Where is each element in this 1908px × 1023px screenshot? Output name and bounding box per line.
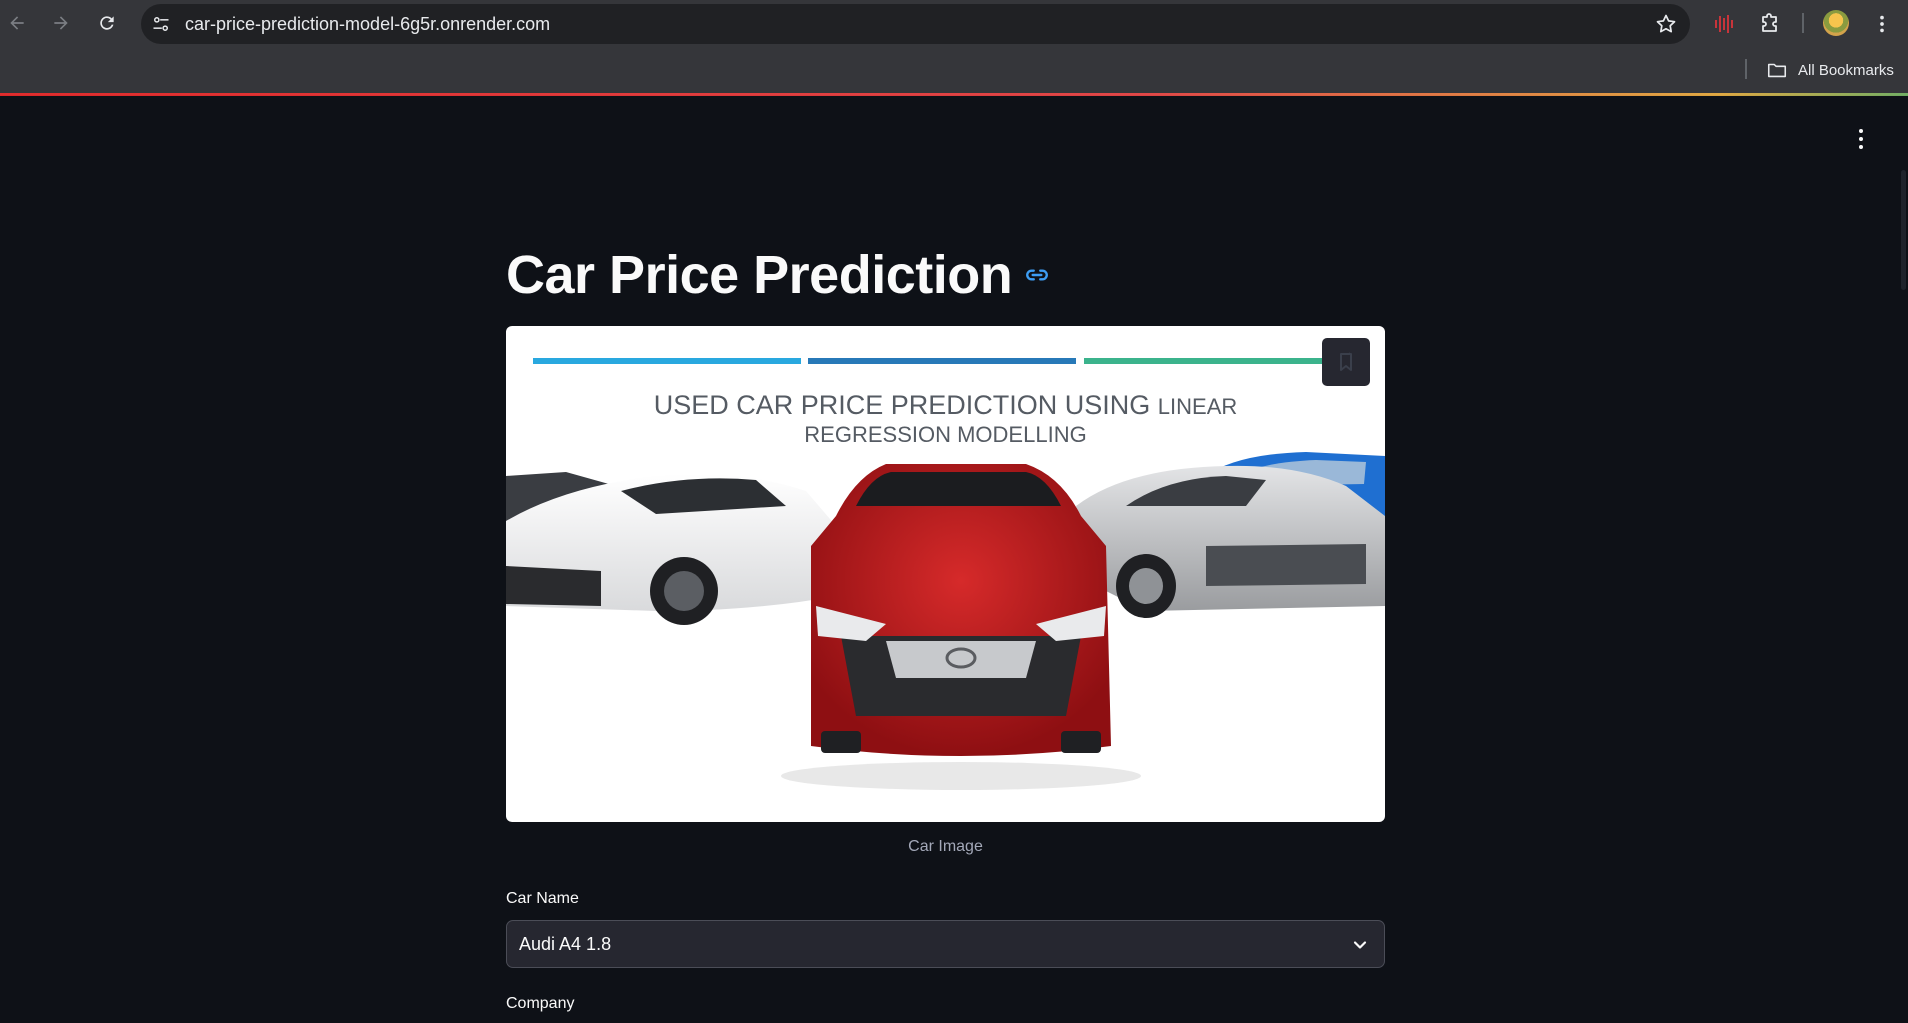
site-info-icon[interactable] bbox=[149, 13, 173, 35]
car-name-label: Car Name bbox=[506, 890, 579, 907]
car-name-selected-value: Audi A4 1.8 bbox=[519, 934, 612, 954]
car-name-select[interactable]: Audi A4 1.8 bbox=[506, 920, 1385, 968]
browser-menu-icon[interactable] bbox=[1868, 10, 1896, 38]
bookmark-star-icon[interactable] bbox=[1654, 12, 1678, 36]
url-text[interactable]: car-price-prediction-model-6g5r.onrender… bbox=[185, 14, 550, 35]
scrollbar[interactable] bbox=[1901, 170, 1906, 290]
reload-button[interactable] bbox=[92, 8, 122, 38]
extensions-puzzle-icon[interactable] bbox=[1756, 10, 1784, 38]
toolbar-divider bbox=[1802, 13, 1804, 33]
banner-bar-2 bbox=[808, 358, 1076, 364]
back-button[interactable] bbox=[2, 8, 32, 38]
arrow-left-icon bbox=[10, 16, 24, 30]
banner-title-line-1: USED CAR PRICE PREDICTION USING LINEAR bbox=[506, 390, 1385, 421]
page-title-row: Car Price Prediction bbox=[506, 244, 1050, 306]
page-title: Car Price Prediction bbox=[506, 245, 1013, 305]
banner-title-main: USED CAR PRICE PREDICTION USING bbox=[653, 390, 1151, 420]
bookmark-icon bbox=[1340, 352, 1352, 371]
link-anchor-icon[interactable] bbox=[1024, 262, 1050, 288]
address-bar[interactable]: car-price-prediction-model-6g5r.onrender… bbox=[141, 4, 1690, 44]
main-menu-icon[interactable] bbox=[1848, 126, 1874, 152]
car-image: USED CAR PRICE PREDICTION USING LINEAR R… bbox=[506, 326, 1385, 822]
audio-extension-icon[interactable] bbox=[1710, 10, 1738, 38]
app-view: Car Price Prediction USED CAR PRICE PRED… bbox=[0, 96, 1908, 1023]
bookmarks-bar: All Bookmarks bbox=[0, 46, 1908, 92]
cars-illustration bbox=[506, 452, 1385, 790]
forward-button[interactable] bbox=[46, 8, 76, 38]
bookmarks-divider bbox=[1745, 59, 1747, 79]
banner-bar-3 bbox=[1084, 358, 1324, 364]
reload-icon bbox=[100, 16, 114, 30]
banner-bar-1 bbox=[533, 358, 801, 364]
banner-title-line-2: REGRESSION MODELLING bbox=[804, 422, 1087, 447]
company-label: Company bbox=[506, 995, 575, 1012]
banner-title-small: LINEAR bbox=[1157, 394, 1238, 419]
profile-avatar[interactable] bbox=[1823, 10, 1849, 36]
browser-chrome: car-price-prediction-model-6g5r.onrender… bbox=[0, 0, 1908, 96]
chevron-down-icon bbox=[1353, 941, 1367, 949]
arrow-right-icon bbox=[54, 16, 68, 30]
folder-icon bbox=[1767, 63, 1787, 78]
browser-toolbar: car-price-prediction-model-6g5r.onrender… bbox=[0, 0, 1908, 46]
image-caption: Car Image bbox=[908, 838, 983, 855]
all-bookmarks-button[interactable]: All Bookmarks bbox=[1766, 59, 1894, 81]
image-fullscreen-button[interactable] bbox=[1322, 338, 1370, 386]
all-bookmarks-label: All Bookmarks bbox=[1798, 61, 1894, 79]
